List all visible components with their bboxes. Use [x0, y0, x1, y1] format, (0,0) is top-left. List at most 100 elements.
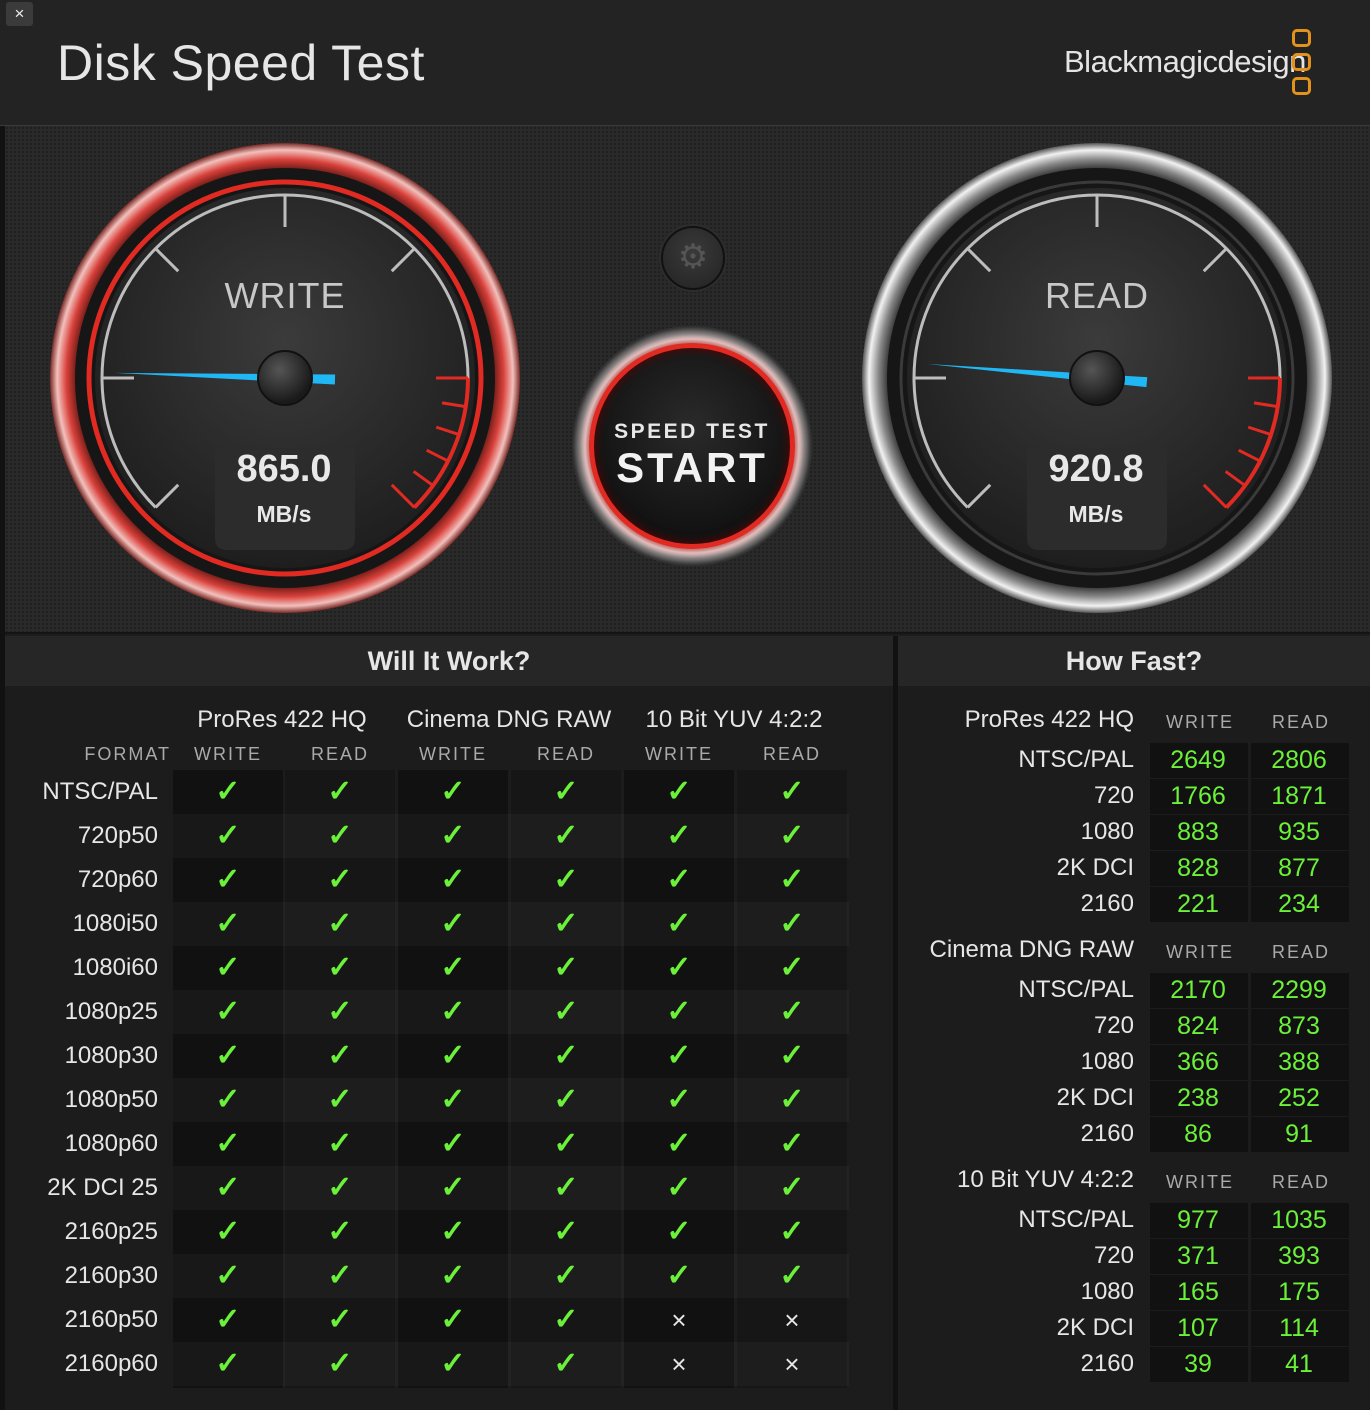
check-icon: ✓: [440, 951, 466, 984]
how-fast-row-label: NTSC/PAL: [1018, 1206, 1134, 1233]
will-it-work-panel: Will It Work? ProRes 422 HQ Cinema DNG R…: [5, 636, 893, 1410]
write-speed-value: 865.0: [236, 448, 332, 490]
write-speed-figure: 977: [1177, 1206, 1219, 1234]
check-icon: ✓: [666, 907, 692, 940]
check-icon: ✓: [327, 995, 353, 1028]
cross-icon: ×: [671, 1349, 687, 1379]
how-fast-write-header: WRITE: [1166, 1172, 1234, 1192]
how-fast-read-header: READ: [1271, 712, 1330, 732]
check-icon: ✓: [553, 1083, 579, 1116]
read-speed-figure: 175: [1278, 1278, 1320, 1306]
check-icon: ✓: [215, 1171, 241, 1204]
check-icon: ✓: [215, 1259, 241, 1292]
check-icon: ✓: [553, 1215, 579, 1248]
check-icon: ✓: [215, 819, 241, 852]
how-fast-row-label: 720: [1093, 1012, 1134, 1039]
how-fast-row-label: NTSC/PAL: [1018, 976, 1134, 1003]
how-fast-row-label: 1080: [1080, 1048, 1134, 1075]
how-fast-write-header: WRITE: [1166, 942, 1234, 962]
how-fast-row-label: NTSC/PAL: [1018, 746, 1134, 773]
start-button[interactable]: SPEED TEST START: [572, 326, 812, 566]
check-icon: ✓: [440, 995, 466, 1028]
check-icon: ✓: [779, 907, 805, 940]
check-icon: ✓: [666, 995, 692, 1028]
read-speed-figure: 1035: [1271, 1206, 1327, 1234]
check-icon: ✓: [779, 1083, 805, 1116]
will-it-work-title: Will It Work?: [5, 636, 893, 686]
gauge-hub: [257, 350, 313, 406]
write-speed-figure: 86: [1184, 1120, 1212, 1148]
check-icon: ✓: [215, 1083, 241, 1116]
check-icon: ✓: [553, 1347, 579, 1380]
write-column-header: WRITE: [419, 744, 487, 764]
write-speed-readout: 865.0 MB/s: [215, 448, 353, 558]
write-column-header: WRITE: [194, 744, 262, 764]
check-icon: ✓: [553, 907, 579, 940]
row-band: [173, 814, 849, 858]
check-icon: ✓: [440, 1259, 466, 1292]
check-icon: ✓: [553, 775, 579, 808]
check-icon: ✓: [440, 907, 466, 940]
check-icon: ✓: [553, 819, 579, 852]
check-icon: ✓: [327, 907, 353, 940]
format-label: 2160p60: [64, 1350, 158, 1377]
check-icon: ✓: [779, 1039, 805, 1072]
write-speed-figure: 371: [1177, 1242, 1219, 1270]
check-icon: ✓: [666, 1127, 692, 1160]
read-speed-figure: 388: [1278, 1048, 1320, 1076]
read-column-header: READ: [762, 744, 821, 764]
how-fast-row-label: 720: [1093, 782, 1134, 809]
how-fast-row-label: 2K DCI: [1056, 1314, 1134, 1341]
check-icon: ✓: [553, 1039, 579, 1072]
row-band: [173, 1166, 849, 1210]
start-button-face[interactable]: SPEED TEST START: [589, 343, 795, 549]
read-speed-figure: 252: [1278, 1084, 1320, 1112]
check-icon: ✓: [327, 819, 353, 852]
check-icon: ✓: [666, 775, 692, 808]
read-speed-figure: 91: [1285, 1120, 1313, 1148]
row-band: [173, 1078, 849, 1122]
check-icon: ✓: [327, 1039, 353, 1072]
check-icon: ✓: [666, 1171, 692, 1204]
gear-icon[interactable]: ⚙: [661, 226, 725, 290]
how-fast-row-label: 2160: [1080, 1120, 1134, 1147]
write-speed-figure: 39: [1184, 1350, 1212, 1378]
row-band: [173, 1254, 849, 1298]
check-icon: ✓: [440, 775, 466, 808]
check-icon: ✓: [553, 951, 579, 984]
check-icon: ✓: [327, 1347, 353, 1380]
read-speed-figure: 1871: [1271, 782, 1327, 810]
check-icon: ✓: [215, 1215, 241, 1248]
format-label: 1080p50: [64, 1086, 158, 1113]
how-fast-codec-header: 10 Bit YUV 4:2:2: [957, 1166, 1134, 1193]
how-fast-codec-header: ProRes 422 HQ: [964, 706, 1134, 733]
check-icon: ✓: [215, 1127, 241, 1160]
how-fast-read-header: READ: [1271, 942, 1330, 962]
check-icon: ✓: [553, 1171, 579, 1204]
check-icon: ✓: [327, 951, 353, 984]
format-label: 2160p50: [64, 1306, 158, 1333]
how-fast-codec-header: Cinema DNG RAW: [929, 936, 1134, 963]
row-band: [173, 990, 849, 1034]
check-icon: ✓: [327, 1215, 353, 1248]
check-icon: ✓: [779, 863, 805, 896]
read-speed-figure: 114: [1279, 1314, 1319, 1342]
format-column-header: FORMAT: [84, 744, 171, 764]
check-icon: ✓: [440, 1083, 466, 1116]
write-speed-figure: 828: [1177, 854, 1219, 882]
read-speed-figure: 2806: [1271, 746, 1327, 774]
check-icon: ✓: [440, 863, 466, 896]
how-fast-panel: How Fast? ProRes 422 HQ WRITE READ NTSC/PAL…: [898, 636, 1370, 1410]
format-label: 1080i50: [72, 910, 158, 937]
read-speed-figure: 877: [1278, 854, 1320, 882]
start-button-label: START: [616, 444, 768, 491]
read-speed-unit: MB/s: [1068, 501, 1124, 527]
write-speed-figure: 165: [1177, 1278, 1219, 1306]
row-band: [173, 1342, 849, 1386]
write-speed-figure: 221: [1177, 890, 1219, 918]
write-speed-figure: 1766: [1170, 782, 1226, 810]
check-icon: ✓: [666, 1039, 692, 1072]
cross-icon: ×: [784, 1349, 800, 1379]
check-icon: ✓: [779, 951, 805, 984]
how-fast-title: How Fast?: [898, 636, 1370, 686]
